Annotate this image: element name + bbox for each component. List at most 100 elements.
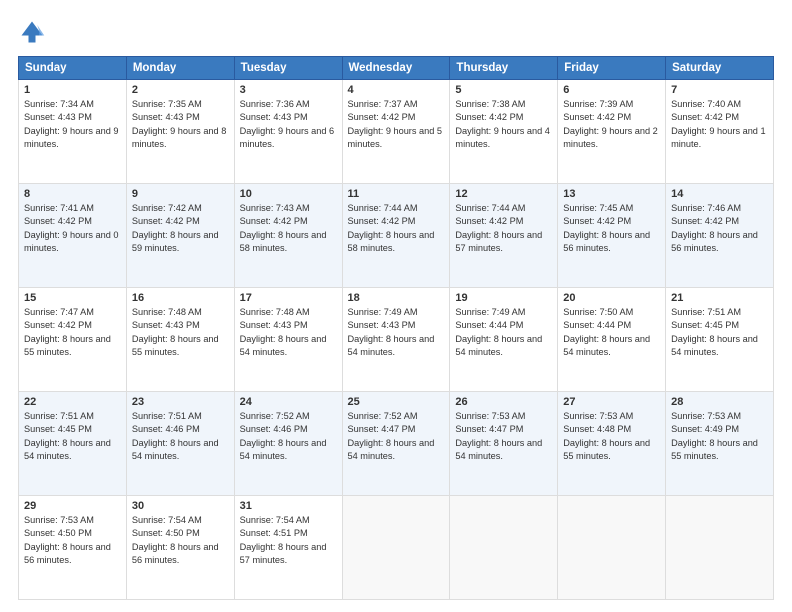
calendar-cell: 29 Sunrise: 7:53 AMSunset: 4:50 PMDayligh… (19, 496, 127, 600)
day-info: Sunrise: 7:53 AMSunset: 4:47 PMDaylight:… (455, 410, 552, 463)
calendar-cell: 26Sunrise: 7:53 AMSunset: 4:47 PMDayligh… (450, 392, 558, 496)
day-info: Sunrise: 7:52 AMSunset: 4:46 PMDaylight:… (240, 410, 337, 463)
day-info: Sunrise: 7:51 AMSunset: 4:45 PMDaylight:… (24, 410, 121, 463)
day-header-saturday: Saturday (666, 57, 774, 80)
logo-icon (18, 18, 46, 46)
day-info: Sunrise: 7:44 AMSunset: 4:42 PMDaylight:… (348, 202, 445, 255)
day-info: Sunrise: 7:38 AMSunset: 4:42 PMDaylight:… (455, 98, 552, 151)
calendar-cell: 12 Sunrise: 7:44 AMSunset: 4:42 PMDayligh… (450, 184, 558, 288)
day-number: 6 (563, 84, 660, 96)
day-info: Sunrise: 7:49 AMSunset: 4:43 PMDaylight:… (348, 306, 445, 359)
day-number: 5 (455, 84, 552, 96)
day-header-wednesday: Wednesday (342, 57, 450, 80)
day-info: Sunrise: 7:51 AMSunset: 4:45 PMDaylight:… (671, 306, 768, 359)
day-number: 29 (24, 500, 121, 512)
day-info: Sunrise: 7:54 AMSunset: 4:50 PMDaylight:… (132, 514, 229, 567)
calendar-cell: 30 Sunrise: 7:54 AMSunset: 4:50 PMDayligh… (126, 496, 234, 600)
calendar-week-row: 29 Sunrise: 7:53 AMSunset: 4:50 PMDayligh… (19, 496, 774, 600)
day-info: Sunrise: 7:45 AMSunset: 4:42 PMDaylight:… (563, 202, 660, 255)
calendar-cell: 13Sunrise: 7:45 AMSunset: 4:42 PMDayligh… (558, 184, 666, 288)
day-number: 3 (240, 84, 337, 96)
day-info: Sunrise: 7:48 AMSunset: 4:43 PMDaylight:… (240, 306, 337, 359)
day-number: 17 (240, 292, 337, 304)
calendar-cell: 15Sunrise: 7:47 AMSunset: 4:42 PMDayligh… (19, 288, 127, 392)
day-info: Sunrise: 7:42 AMSunset: 4:42 PMDaylight:… (132, 202, 229, 255)
day-number: 30 (132, 500, 229, 512)
day-number: 8 (24, 188, 121, 200)
day-number: 22 (24, 396, 121, 408)
day-header-monday: Monday (126, 57, 234, 80)
calendar-cell (666, 496, 774, 600)
calendar-cell: 21 Sunrise: 7:51 AMSunset: 4:45 PMDayligh… (666, 288, 774, 392)
calendar-week-row: 15Sunrise: 7:47 AMSunset: 4:42 PMDayligh… (19, 288, 774, 392)
logo (18, 18, 50, 46)
calendar-cell: 20 Sunrise: 7:50 AMSunset: 4:44 PMDayligh… (558, 288, 666, 392)
calendar-cell: 14 Sunrise: 7:46 AMSunset: 4:42 PMDayligh… (666, 184, 774, 288)
calendar-cell: 3 Sunrise: 7:36 AMSunset: 4:43 PMDaylight… (234, 80, 342, 184)
day-number: 21 (671, 292, 768, 304)
calendar-cell: 25 Sunrise: 7:52 AMSunset: 4:47 PMDayligh… (342, 392, 450, 496)
day-number: 15 (24, 292, 121, 304)
calendar-cell: 28 Sunrise: 7:53 AMSunset: 4:49 PMDayligh… (666, 392, 774, 496)
day-number: 19 (455, 292, 552, 304)
day-number: 23 (132, 396, 229, 408)
calendar-cell: 5 Sunrise: 7:38 AMSunset: 4:42 PMDaylight… (450, 80, 558, 184)
day-number: 28 (671, 396, 768, 408)
calendar-cell (342, 496, 450, 600)
day-info: Sunrise: 7:36 AMSunset: 4:43 PMDaylight:… (240, 98, 337, 151)
day-info: Sunrise: 7:37 AMSunset: 4:42 PMDaylight:… (348, 98, 445, 151)
day-header-friday: Friday (558, 57, 666, 80)
calendar-header-row: SundayMondayTuesdayWednesdayThursdayFrid… (19, 57, 774, 80)
day-info: Sunrise: 7:41 AMSunset: 4:42 PMDaylight:… (24, 202, 121, 255)
day-info: Sunrise: 7:54 AMSunset: 4:51 PMDaylight:… (240, 514, 337, 567)
day-number: 11 (348, 188, 445, 200)
day-number: 24 (240, 396, 337, 408)
day-info: Sunrise: 7:50 AMSunset: 4:44 PMDaylight:… (563, 306, 660, 359)
calendar-cell: 24 Sunrise: 7:52 AMSunset: 4:46 PMDayligh… (234, 392, 342, 496)
day-number: 18 (348, 292, 445, 304)
day-header-thursday: Thursday (450, 57, 558, 80)
day-number: 1 (24, 84, 121, 96)
calendar-cell: 27 Sunrise: 7:53 AMSunset: 4:48 PMDayligh… (558, 392, 666, 496)
page: SundayMondayTuesdayWednesdayThursdayFrid… (0, 0, 792, 612)
calendar-cell: 18 Sunrise: 7:49 AMSunset: 4:43 PMDayligh… (342, 288, 450, 392)
day-info: Sunrise: 7:34 AMSunset: 4:43 PMDaylight:… (24, 98, 121, 151)
header (18, 18, 774, 46)
day-number: 12 (455, 188, 552, 200)
calendar-cell: 10Sunrise: 7:43 AMSunset: 4:42 PMDayligh… (234, 184, 342, 288)
day-info: Sunrise: 7:53 AMSunset: 4:50 PMDaylight:… (24, 514, 121, 567)
calendar-cell: 16 Sunrise: 7:48 AMSunset: 4:43 PMDayligh… (126, 288, 234, 392)
calendar-cell: 6 Sunrise: 7:39 AMSunset: 4:42 PMDaylight… (558, 80, 666, 184)
day-number: 14 (671, 188, 768, 200)
day-info: Sunrise: 7:52 AMSunset: 4:47 PMDaylight:… (348, 410, 445, 463)
day-info: Sunrise: 7:35 AMSunset: 4:43 PMDaylight:… (132, 98, 229, 151)
calendar-cell: 17 Sunrise: 7:48 AMSunset: 4:43 PMDayligh… (234, 288, 342, 392)
day-info: Sunrise: 7:48 AMSunset: 4:43 PMDaylight:… (132, 306, 229, 359)
day-info: Sunrise: 7:51 AMSunset: 4:46 PMDaylight:… (132, 410, 229, 463)
calendar-cell: 7 Sunrise: 7:40 AMSunset: 4:42 PMDaylight… (666, 80, 774, 184)
day-number: 27 (563, 396, 660, 408)
day-info: Sunrise: 7:44 AMSunset: 4:42 PMDaylight:… (455, 202, 552, 255)
calendar-cell: 11 Sunrise: 7:44 AMSunset: 4:42 PMDayligh… (342, 184, 450, 288)
day-number: 10 (240, 188, 337, 200)
calendar-cell: 23 Sunrise: 7:51 AMSunset: 4:46 PMDayligh… (126, 392, 234, 496)
day-number: 7 (671, 84, 768, 96)
calendar-cell: 22 Sunrise: 7:51 AMSunset: 4:45 PMDayligh… (19, 392, 127, 496)
calendar-week-row: 1 Sunrise: 7:34 AMSunset: 4:43 PMDaylight… (19, 80, 774, 184)
day-info: Sunrise: 7:46 AMSunset: 4:42 PMDaylight:… (671, 202, 768, 255)
day-number: 9 (132, 188, 229, 200)
calendar-cell: 8 Sunrise: 7:41 AMSunset: 4:42 PMDaylight… (19, 184, 127, 288)
calendar-cell (558, 496, 666, 600)
day-info: Sunrise: 7:53 AMSunset: 4:48 PMDaylight:… (563, 410, 660, 463)
day-header-sunday: Sunday (19, 57, 127, 80)
day-number: 2 (132, 84, 229, 96)
day-info: Sunrise: 7:40 AMSunset: 4:42 PMDaylight:… (671, 98, 768, 151)
day-number: 20 (563, 292, 660, 304)
day-number: 16 (132, 292, 229, 304)
calendar-week-row: 8 Sunrise: 7:41 AMSunset: 4:42 PMDaylight… (19, 184, 774, 288)
day-info: Sunrise: 7:53 AMSunset: 4:49 PMDaylight:… (671, 410, 768, 463)
day-info: Sunrise: 7:39 AMSunset: 4:42 PMDaylight:… (563, 98, 660, 151)
day-number: 4 (348, 84, 445, 96)
day-number: 25 (348, 396, 445, 408)
calendar-cell: 4 Sunrise: 7:37 AMSunset: 4:42 PMDaylight… (342, 80, 450, 184)
